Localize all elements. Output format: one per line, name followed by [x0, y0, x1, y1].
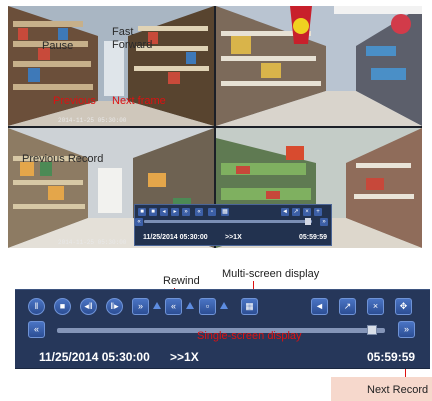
fast-forward-label-2: Forward [112, 39, 153, 51]
pause-label: Pause [42, 40, 74, 52]
previous-record-label: Previous Record [22, 153, 104, 165]
step-back-icon[interactable]: ◂‖ [80, 298, 97, 315]
mini-progress-track[interactable] [144, 220, 312, 223]
mini-step-forward-icon[interactable]: ▸ [171, 208, 179, 216]
previous-frame-label: Previous [53, 95, 96, 107]
multi-screen-annotation: Multi-screen display [222, 268, 320, 280]
camera-view-2[interactable] [216, 6, 422, 126]
camera-1-timestamp: 2014-11-25 05:30:00 [58, 117, 127, 124]
progress-handle[interactable] [366, 325, 377, 335]
fast-forward-icon[interactable]: » [132, 298, 149, 315]
rewind-annotation: Rewind [163, 275, 200, 287]
mini-playback-panel: ■ ■ ◂ ▸ » « ▫ ▦ ◄ ↗ × + « » 11/25/2014 0… [134, 204, 332, 246]
single-screen-icon[interactable]: ▫ [199, 298, 216, 315]
camera-2-scene [216, 6, 422, 126]
mini-close-icon[interactable]: × [303, 208, 311, 216]
mini-expand-icon[interactable]: ↗ [292, 208, 300, 216]
camera-1-scene [8, 6, 214, 126]
close-icon[interactable]: × [367, 298, 384, 315]
next-record-annotation: Next Record [367, 384, 429, 396]
mini-rewind-icon[interactable]: « [195, 208, 203, 216]
prev-record-icon[interactable]: « [28, 321, 45, 338]
mini-multi-screen-icon[interactable]: ▦ [221, 208, 229, 216]
arrow-up-icon-3 [220, 302, 228, 309]
mini-single-screen-icon[interactable]: ▫ [208, 208, 216, 216]
next-frame-label: Next frame [112, 95, 166, 107]
mini-stop-icon[interactable]: ■ [149, 208, 157, 216]
multi-screen-icon[interactable]: ▦ [241, 298, 258, 315]
mini-end-time: 05:59:59 [299, 234, 328, 241]
move-icon[interactable]: ✥ [395, 298, 412, 315]
playback-speed: >>1X [170, 350, 199, 364]
mini-step-back-icon[interactable]: ◂ [160, 208, 168, 216]
next-record-icon[interactable]: » [398, 321, 415, 338]
volume-icon[interactable]: ◄ [311, 298, 328, 315]
mini-prev-record-icon[interactable]: « [135, 218, 143, 226]
mini-play-icon[interactable]: ■ [138, 208, 146, 216]
single-screen-annotation: Single-screen display [197, 330, 302, 342]
playback-control-panel: ‖ ■ ◂‖ ‖▸ » « ▫ ▦ ◄ ↗ × ✥ « » 11/25/2014… [15, 289, 430, 369]
fast-forward-label: Fast [112, 26, 134, 38]
mini-date-time: 11/25/2014 05:30:00 [143, 234, 208, 241]
playback-end-time: 05:59:59 [367, 350, 416, 364]
play-icon[interactable]: ‖ [28, 298, 45, 315]
arrow-up-icon [153, 302, 161, 309]
stop-icon[interactable]: ■ [54, 298, 71, 315]
camera-view-1[interactable]: Fast Forward Pause Previous Next frame 2… [8, 6, 214, 126]
rewind-icon[interactable]: « [165, 298, 182, 315]
arrow-up-icon-2 [186, 302, 194, 309]
playback-date-time: 11/25/2014 05:30:00 [39, 350, 150, 364]
expand-icon[interactable]: ↗ [339, 298, 356, 315]
mini-volume-icon[interactable]: ◄ [281, 208, 289, 216]
step-forward-icon[interactable]: ‖▸ [106, 298, 123, 315]
mini-fast-forward-icon[interactable]: » [182, 208, 190, 216]
camera-3-timestamp: 2014-11-25 05:30:00 [58, 239, 127, 246]
mini-next-record-icon[interactable]: » [320, 218, 328, 226]
mini-move-icon[interactable]: + [314, 208, 322, 216]
mini-progress-handle[interactable] [305, 218, 311, 225]
mini-speed: >>1X [225, 234, 242, 241]
